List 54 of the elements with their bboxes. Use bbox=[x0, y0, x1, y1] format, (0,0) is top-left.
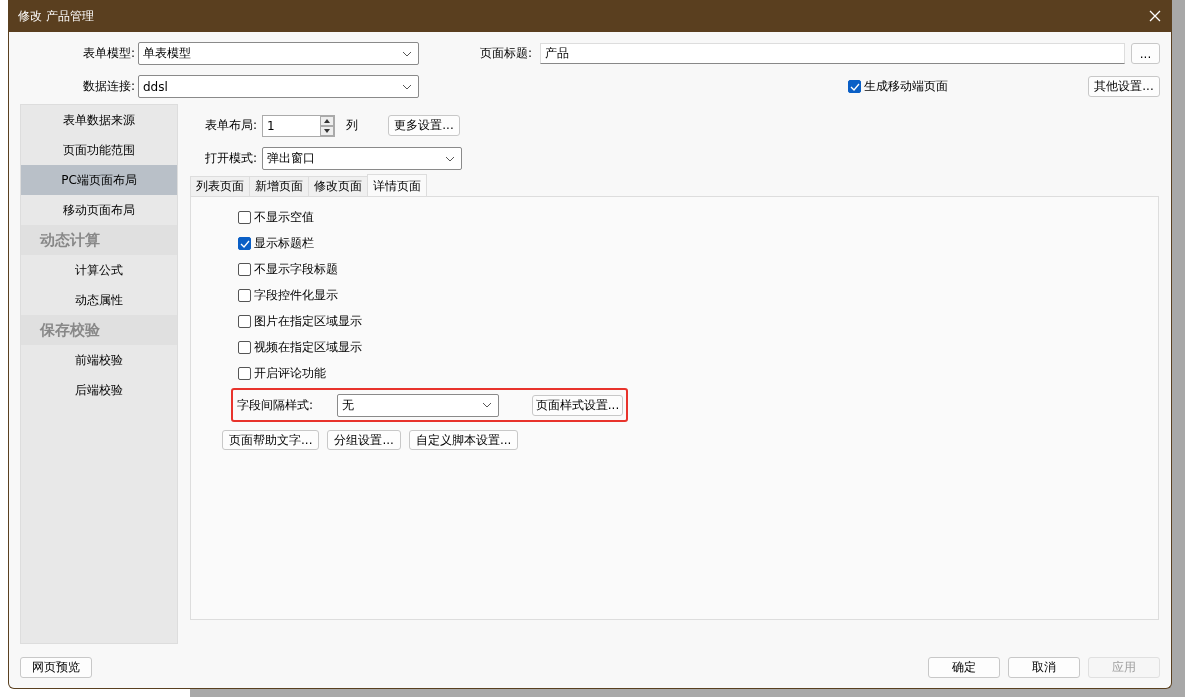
window-title: 修改 产品管理 bbox=[18, 7, 94, 25]
dialog-button[interactable]: 取消 bbox=[1008, 656, 1080, 678]
option-checkbox[interactable]: 图片在指定区域显示 bbox=[238, 315, 1158, 328]
field-label: 表单布局: bbox=[205, 117, 259, 134]
preview-button[interactable]: 网页预览 bbox=[20, 656, 92, 678]
sidebar-item[interactable]: 移动页面布局 bbox=[21, 195, 177, 225]
settings-button[interactable]: 自定义脚本设置... bbox=[408, 430, 519, 450]
settings-button[interactable]: 分组设置... bbox=[327, 430, 401, 450]
other-settings-button[interactable]: 其他设置... bbox=[1088, 76, 1160, 97]
mobile-checkbox[interactable]: 生成移动端页面 bbox=[848, 78, 948, 95]
field-label: 页面标题: bbox=[480, 45, 534, 62]
browse-button[interactable]: ... bbox=[1131, 43, 1160, 64]
chevron-down-icon bbox=[482, 402, 492, 408]
checkmark-icon bbox=[239, 239, 250, 248]
settings-button[interactable]: 页面帮助文字... bbox=[222, 430, 320, 450]
field-label: 表单模型: bbox=[81, 45, 136, 62]
tab[interactable]: 列表页面 bbox=[190, 176, 250, 196]
option-checkbox[interactable]: 视频在指定区域显示 bbox=[238, 341, 1158, 354]
option-checkbox[interactable]: 不显示字段标题 bbox=[238, 263, 1158, 276]
more-settings-button[interactable]: 更多设置... bbox=[388, 115, 460, 136]
option-checkbox[interactable]: 开启评论功能 bbox=[238, 367, 1158, 380]
sidebar-group-header: 保存校验 bbox=[21, 315, 177, 345]
column-count-spinner[interactable]: 1 bbox=[262, 114, 335, 137]
page-style-button[interactable]: 页面样式设置... bbox=[532, 394, 623, 416]
field-label: 打开模式: bbox=[205, 150, 259, 167]
spacing-style-dropdown[interactable]: 无 bbox=[337, 393, 499, 417]
tab[interactable]: 修改页面 bbox=[308, 176, 368, 196]
sidebar-group-header: 动态计算 bbox=[21, 225, 177, 255]
sidebar-item[interactable]: 表单数据来源 bbox=[21, 105, 177, 135]
open-mode-dropdown[interactable]: 弹出窗口 bbox=[262, 147, 462, 170]
field-label: 数据连接: bbox=[81, 78, 136, 95]
field-label: 字段间隔样式: bbox=[237, 396, 315, 414]
tab[interactable]: 新增页面 bbox=[249, 176, 309, 196]
tab[interactable]: 详情页面 bbox=[367, 174, 427, 197]
unit-label: 列 bbox=[346, 117, 358, 134]
sidebar-item[interactable]: 后端校验 bbox=[21, 375, 177, 405]
sidebar-item[interactable]: PC端页面布局 bbox=[21, 165, 177, 195]
dialog-button[interactable]: 确定 bbox=[928, 656, 1000, 678]
sidebar-item[interactable]: 前端校验 bbox=[21, 345, 177, 375]
close-icon[interactable] bbox=[1149, 10, 1161, 22]
model-dropdown[interactable]: 单表模型 bbox=[138, 42, 419, 65]
option-checkbox[interactable]: 显示标题栏 bbox=[238, 237, 1158, 250]
connection-dropdown[interactable]: ddsl bbox=[138, 75, 419, 98]
chevron-down-icon bbox=[402, 83, 412, 90]
sidebar-item[interactable]: 动态属性 bbox=[21, 285, 177, 315]
sidebar-item[interactable]: 计算公式 bbox=[21, 255, 177, 285]
sidebar-item[interactable]: 页面功能范围 bbox=[21, 135, 177, 165]
spin-arrows-icon[interactable] bbox=[320, 115, 334, 136]
checkmark-icon bbox=[849, 82, 860, 91]
option-checkbox[interactable]: 不显示空值 bbox=[238, 211, 1158, 224]
page-title-field[interactable]: 产品 bbox=[540, 43, 1125, 64]
chevron-down-icon bbox=[402, 50, 412, 57]
chevron-down-icon bbox=[445, 155, 455, 162]
option-checkbox[interactable]: 字段控件化显示 bbox=[238, 289, 1158, 302]
